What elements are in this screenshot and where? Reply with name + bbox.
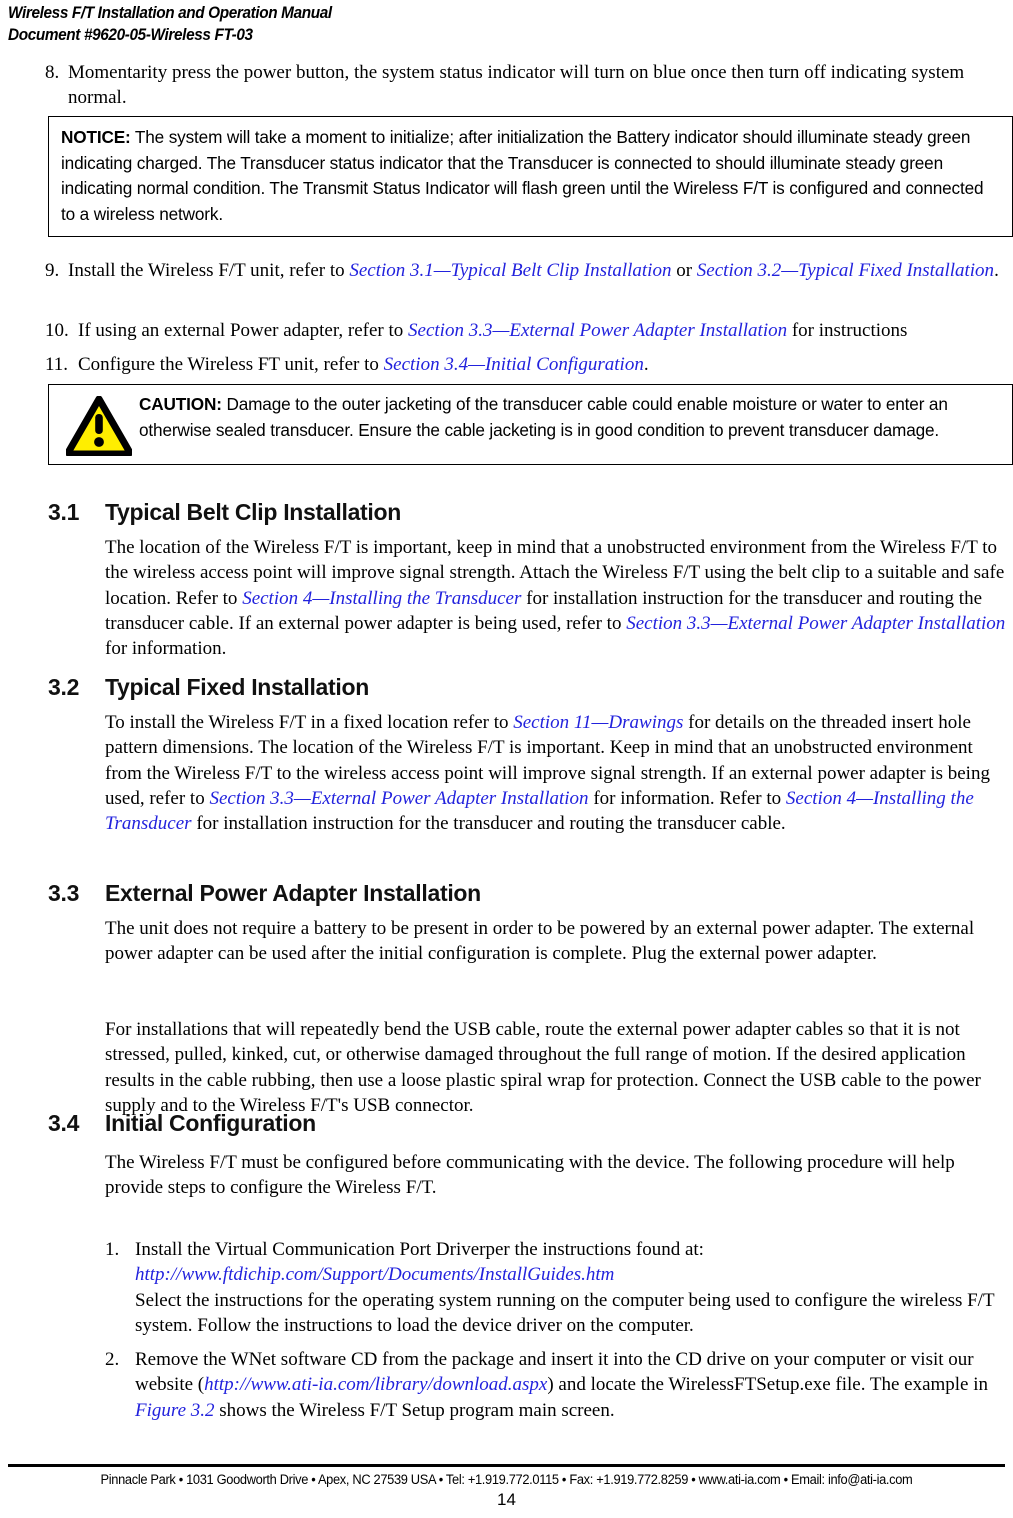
section-3-1-paragraph: The location of the Wireless F/T is impo… — [105, 535, 1013, 661]
notice-callout-box: NOTICE: The system will take a moment to… — [48, 116, 1013, 237]
section-3-3-paragraph-2: For installations that will repeatedly b… — [105, 1019, 981, 1116]
page-number: 14 — [497, 1490, 516, 1509]
xref-link-section-3-2[interactable]: Section 3.2—Typical Fixed Installation — [697, 260, 994, 281]
xref-link-section-4[interactable]: Section 4—Installing the Transducer — [242, 588, 521, 609]
page-header: Wireless F/T Installation and Operation … — [8, 2, 1003, 46]
text-fragment: Install the Virtual Communication Port D… — [135, 1239, 704, 1260]
section-3-2-paragraph: To install the Wireless F/T in a fixed l… — [105, 710, 1013, 836]
ati-ia-download-link[interactable]: http://www.ati-ia.com/library/download.a… — [204, 1374, 547, 1395]
notice-label: NOTICE: — [61, 127, 131, 147]
xref-link-section-3-3[interactable]: Section 3.3—External Power Adapter Insta… — [209, 788, 588, 809]
warning-triangle-icon — [61, 392, 137, 456]
instruction-list-item-11: 11. Configure the Wireless FT unit, refe… — [45, 352, 1013, 379]
section-number: 3.2 — [48, 674, 80, 700]
section-3-3-paragraph-1: The unit does not require a battery to b… — [105, 918, 975, 965]
text-fragment: Configure the Wireless FT unit, refer to — [78, 354, 384, 375]
section-number: 3.4 — [48, 1110, 80, 1136]
section-heading-3-3: 3.3 External Power Adapter Installation — [48, 880, 481, 907]
caution-body: Damage to the outer jacketing of the tra… — [139, 394, 948, 440]
list-marker: 9. — [45, 260, 60, 281]
text-fragment: ) and locate the WirelessFTSetup.exe fil… — [547, 1374, 989, 1396]
text-fragment: shows the Wireless F/T Setup program mai… — [214, 1399, 615, 1421]
list-item: 11. Configure the Wireless FT unit, refe… — [45, 352, 1013, 377]
text-fragment: for installation instruction for the tra… — [191, 813, 786, 835]
text-fragment: Select the instructions for the operatin… — [135, 1289, 995, 1336]
xref-link-section-3-4[interactable]: Section 3.4—Initial Configuration — [384, 354, 644, 375]
caution-label: CAUTION: — [139, 394, 222, 414]
text-fragment: for instructions — [787, 320, 908, 341]
text-fragment: or — [671, 260, 697, 281]
list-marker: 1. — [105, 1239, 120, 1260]
caution-callout-box: CAUTION: Damage to the outer jacketing o… — [48, 384, 1013, 465]
document-number: Document #9620-05-Wireless FT-03 — [8, 26, 253, 44]
initial-configuration-steps: 1. Install the Virtual Communication Por… — [105, 1237, 1013, 1432]
text-fragment: for information. — [105, 638, 227, 660]
instruction-list-item-8: 8. Momentarity press the power button, t… — [45, 60, 1013, 112]
list-item-text: Install the Virtual Communication Port D… — [135, 1239, 994, 1336]
text-fragment: To install the Wireless F/T in a fixed l… — [105, 712, 514, 733]
instruction-list-item-10: 10. If using an external Power adapter, … — [45, 318, 1013, 345]
list-item-text: Install the Wireless F/T unit, refer to … — [68, 260, 999, 281]
section-heading-3-1: 3.1 Typical Belt Clip Installation — [48, 499, 401, 526]
list-marker: 8. — [45, 62, 60, 83]
instruction-list-item-9: 9. Install the Wireless F/T unit, refer … — [45, 258, 1013, 285]
manual-title: Wireless F/T Installation and Operation … — [8, 4, 332, 22]
list-marker: 11. — [45, 354, 69, 375]
list-item: 2. Remove the WNet software CD from the … — [105, 1347, 1013, 1423]
section-heading-3-2: 3.2 Typical Fixed Installation — [48, 674, 369, 701]
caution-text: CAUTION: Damage to the outer jacketing o… — [137, 392, 1000, 443]
section-heading-3-4: 3.4 Initial Configuration — [48, 1110, 316, 1137]
xref-link-section-11[interactable]: Section 11—Drawings — [513, 712, 683, 733]
notice-body: The system will take a moment to initial… — [61, 127, 984, 224]
list-item-text: Remove the WNet software CD from the pac… — [135, 1349, 988, 1421]
text-fragment: . — [994, 260, 999, 281]
section-number: 3.3 — [48, 880, 80, 906]
xref-link-section-3-3[interactable]: Section 3.3—External Power Adapter Insta… — [626, 613, 1005, 634]
section-3-4-paragraph: The Wireless F/T must be configured befo… — [105, 1152, 955, 1199]
notice-text: NOTICE: The system will take a moment to… — [61, 125, 1000, 227]
list-item: 9. Install the Wireless F/T unit, refer … — [45, 258, 1013, 283]
ftdichip-install-guides-link[interactable]: http://www.ftdichip.com/Support/Document… — [135, 1264, 614, 1285]
xref-link-figure-3-2[interactable]: Figure 3.2 — [135, 1400, 215, 1421]
footer-divider — [8, 1464, 1005, 1467]
section-title: Initial Configuration — [105, 1110, 316, 1136]
section-title: External Power Adapter Installation — [105, 880, 481, 906]
list-item-text: If using an external Power adapter, refe… — [78, 320, 907, 341]
text-fragment: If using an external Power adapter, refe… — [78, 320, 409, 341]
list-item: 1. Install the Virtual Communication Por… — [105, 1237, 1013, 1338]
text-fragment: Install the Wireless F/T unit, refer to — [68, 260, 350, 281]
xref-link-section-3-3[interactable]: Section 3.3—External Power Adapter Insta… — [408, 320, 787, 341]
footer-address: Pinnacle Park • 1031 Goodworth Drive • A… — [100, 1472, 913, 1487]
text-fragment: for information. Refer to — [588, 787, 786, 809]
list-marker: 10. — [45, 320, 69, 341]
section-title: Typical Belt Clip Installation — [105, 499, 402, 525]
section-number: 3.1 — [48, 499, 80, 525]
section-title: Typical Fixed Installation — [105, 674, 370, 700]
xref-link-section-3-1[interactable]: Section 3.1—Typical Belt Clip Installati… — [349, 260, 671, 281]
text-fragment: . — [643, 354, 649, 375]
list-item-text: Momentarity press the power button, the … — [68, 62, 965, 108]
list-marker: 2. — [105, 1349, 120, 1371]
list-item: 8. Momentarity press the power button, t… — [45, 60, 1013, 110]
list-item: 10. If using an external Power adapter, … — [45, 318, 1013, 343]
list-item-text: Configure the Wireless FT unit, refer to… — [78, 354, 649, 375]
